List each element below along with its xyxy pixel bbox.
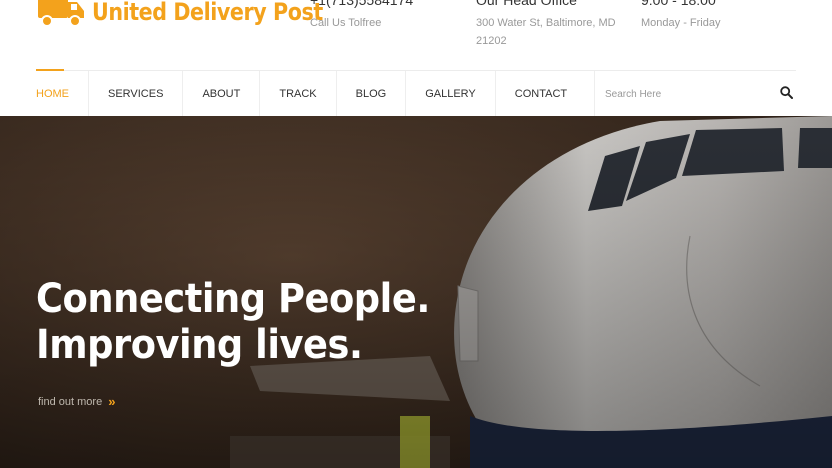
office-address-line2: 21202 <box>476 35 507 47</box>
hero-title: Connecting People. Improving lives. <box>36 276 430 368</box>
hero-title-line2: Improving lives. <box>36 322 363 368</box>
cta-label: find out more <box>38 395 103 408</box>
office-info: Our Head Office 300 Water St, Baltimore,… <box>476 0 616 50</box>
office-title: Our Head Office <box>476 0 577 8</box>
phone-label: Call Us Tolfree <box>310 17 382 29</box>
search-box <box>594 71 797 116</box>
search-input[interactable] <box>603 84 767 104</box>
hero-banner: Connecting People. Improving lives. find… <box>0 116 832 468</box>
office-address-line1: 300 Water St, Baltimore, MD <box>476 17 616 29</box>
hours-info: 9:00 - 18:00 Monday - Friday <box>641 0 720 32</box>
nav-services[interactable]: SERVICES <box>88 71 182 116</box>
truck-icon <box>36 0 86 34</box>
hours-label: Monday - Friday <box>641 17 721 29</box>
find-out-more-link[interactable]: find out more » <box>38 394 115 409</box>
nav-contact[interactable]: CONTACT <box>494 71 586 116</box>
nav-blog[interactable]: BLOG <box>335 71 406 116</box>
double-chevron-right-icon: » <box>108 394 116 409</box>
phone-info: +1(713)5584174 Call Us Tolfree <box>310 0 413 32</box>
hours-value: 9:00 - 18:00 <box>641 0 716 8</box>
nav-track[interactable]: TRACK <box>259 71 335 116</box>
site-header: United Delivery Post +1(713)5584174 Call… <box>0 0 832 70</box>
hero-title-line1: Connecting People. <box>36 276 430 322</box>
nav-home[interactable]: HOME <box>36 69 88 116</box>
phone-number[interactable]: +1(713)5584174 <box>310 0 413 8</box>
main-nav: HOME SERVICES ABOUT TRACK BLOG GALLERY C… <box>36 69 586 116</box>
nav-about[interactable]: ABOUT <box>182 71 259 116</box>
nav-gallery[interactable]: GALLERY <box>405 71 495 116</box>
search-icon[interactable] <box>780 86 793 104</box>
brand-name: United Delivery Post <box>92 0 323 26</box>
